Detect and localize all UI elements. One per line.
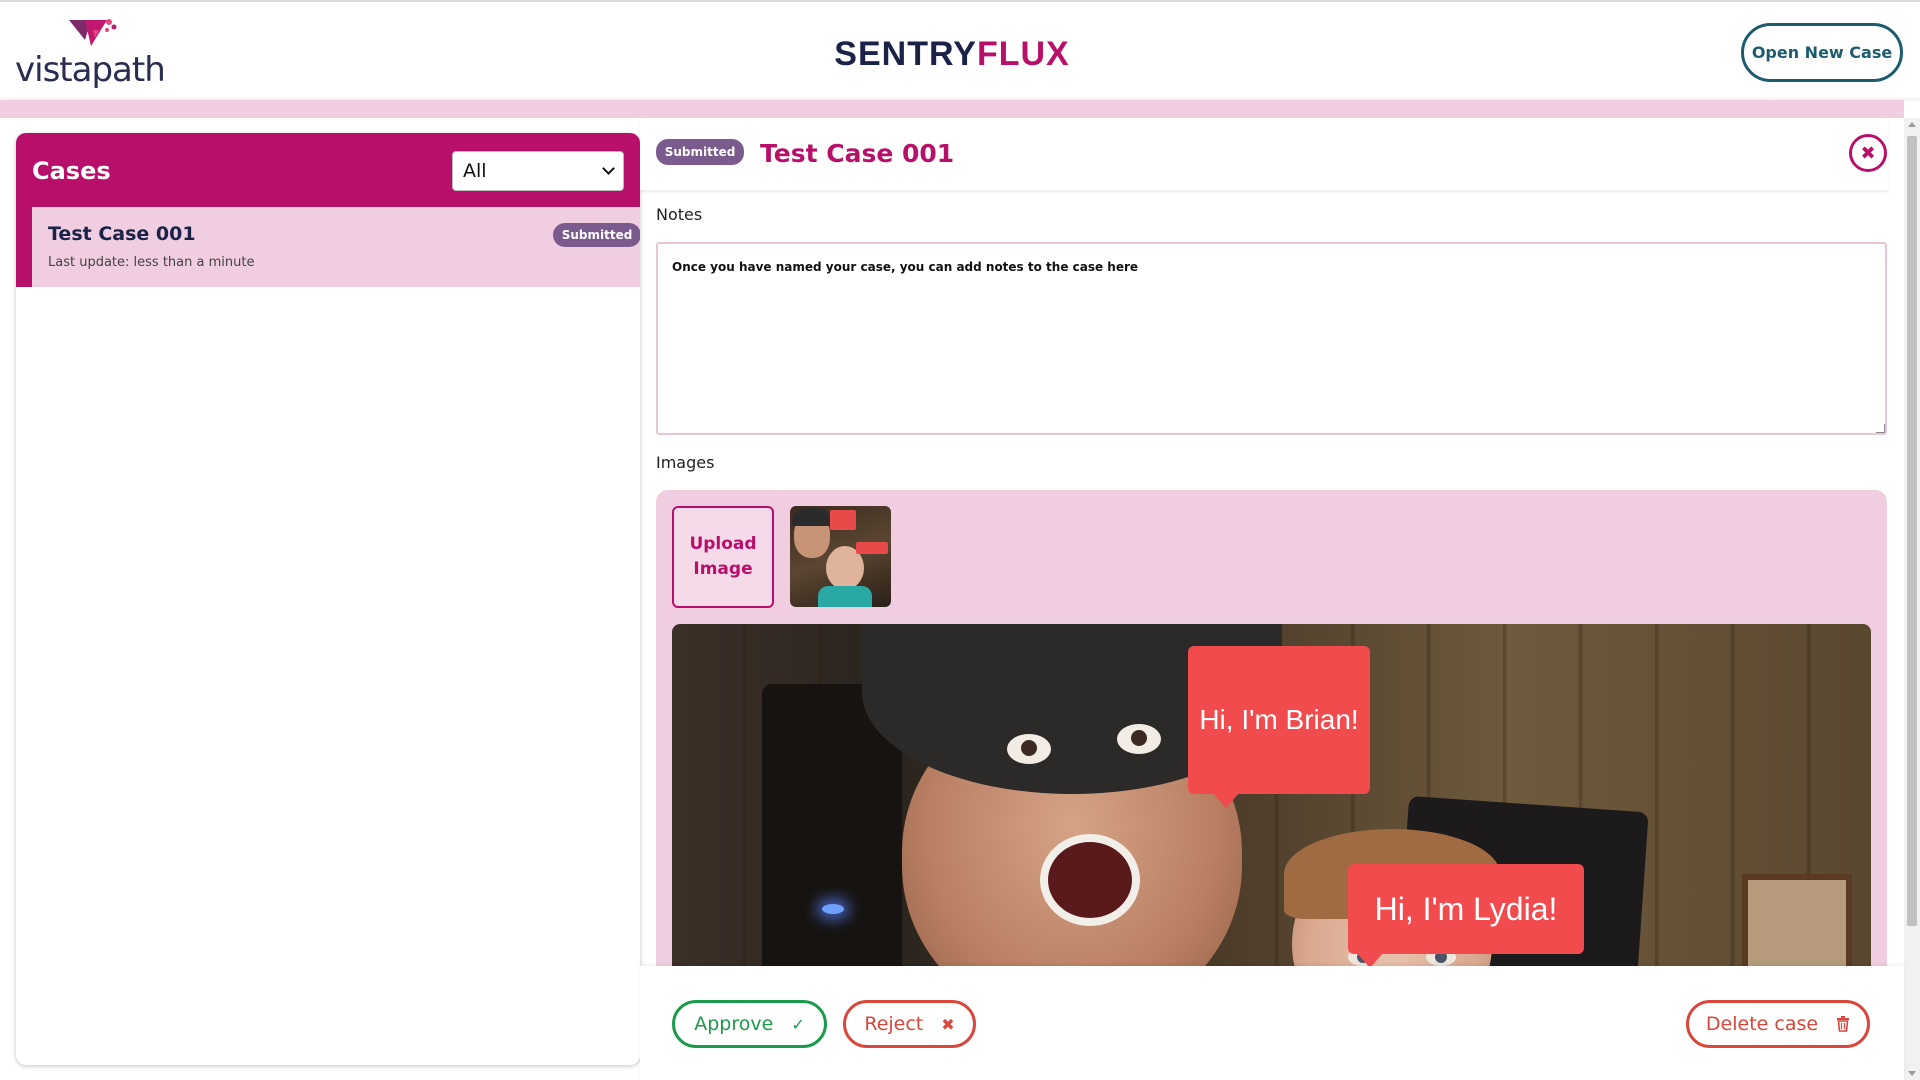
images-panel: Upload Image Hi, I'm Brian! Hi, I'm Lydi…: [656, 490, 1887, 968]
speech-bubble-brian: Hi, I'm Brian!: [1188, 646, 1370, 808]
selected-image-preview: Hi, I'm Brian! Hi, I'm Lydia!: [672, 624, 1871, 968]
reject-button[interactable]: Reject ✖: [843, 1000, 976, 1048]
image-thumbnail[interactable]: [790, 506, 891, 607]
thumb-bubble: [830, 510, 856, 530]
upload-image-label: Upload Image: [689, 532, 756, 581]
app-header: vistapath SENTRYFLUX Open New Case: [0, 0, 1920, 98]
image-picture-frame: [1742, 874, 1852, 968]
upload-image-button[interactable]: Upload Image: [672, 506, 774, 608]
notes-label: Notes: [656, 205, 703, 224]
app-title-flux: FLUX: [976, 35, 1070, 73]
image-eye: [1007, 734, 1051, 764]
chevron-down-icon: [602, 162, 615, 175]
case-actions-bar: Approve ✓ Reject ✖ Delete case: [640, 966, 1904, 1080]
case-list-item[interactable]: Test Case 001 Submitted Last update: les…: [16, 207, 640, 287]
thumb-shirt: [818, 586, 872, 607]
notes-textarea[interactable]: Once you have named your case, you can a…: [656, 242, 1887, 435]
upload-label-line1: Upload: [689, 534, 757, 555]
cases-sidebar-header: Cases All: [16, 133, 640, 207]
trash-icon: [1837, 1016, 1850, 1032]
check-icon: ✓: [791, 1014, 805, 1034]
case-title: Test Case 001: [760, 139, 955, 168]
case-status-filter-select[interactable]: All: [452, 151, 624, 191]
image-eye: [1117, 724, 1161, 754]
close-icon: ✖: [1860, 142, 1876, 164]
thumb-bubble: [856, 542, 888, 554]
close-case-button[interactable]: ✖: [1849, 134, 1887, 172]
header-divider-band: [0, 100, 1904, 118]
case-detail-header: Submitted Test Case 001 ✖: [640, 118, 1888, 190]
app-title: SENTRYFLUX: [0, 35, 1904, 74]
case-status-badge: Submitted: [656, 139, 744, 165]
open-new-case-button[interactable]: Open New Case: [1741, 23, 1903, 82]
reject-label: Reject: [864, 1013, 924, 1035]
x-icon: ✖: [941, 1014, 955, 1034]
images-label: Images: [656, 453, 715, 472]
app-title-sentry: SENTRY: [834, 35, 977, 73]
speech-bubble-lydia: Hi, I'm Lydia!: [1348, 864, 1584, 968]
image-mouth: [1040, 834, 1140, 926]
scroll-up-arrow-icon[interactable]: [1908, 122, 1916, 127]
delete-case-button[interactable]: Delete case: [1686, 1000, 1870, 1048]
case-item-name: Test Case 001: [48, 223, 196, 245]
cases-sidebar: Cases All Test Case 001 Submitted Last u…: [16, 133, 640, 1065]
scroll-down-arrow-icon[interactable]: [1908, 1071, 1916, 1076]
textarea-resize-handle-icon[interactable]: [1876, 424, 1885, 433]
approve-button[interactable]: Approve ✓: [672, 1000, 827, 1048]
cases-title: Cases: [32, 157, 111, 185]
upload-label-line2: Image: [693, 559, 753, 579]
image-blue-light: [822, 904, 844, 914]
case-item-status-badge: Submitted: [553, 223, 640, 247]
thumb-cap: [792, 508, 832, 526]
case-item-last-update: Last update: less than a minute: [48, 255, 255, 270]
delete-label: Delete case: [1705, 1013, 1819, 1035]
approve-label: Approve: [694, 1013, 774, 1035]
scrollbar-thumb[interactable]: [1907, 136, 1917, 926]
filter-selected-value: All: [463, 160, 487, 182]
page-scrollbar[interactable]: [1904, 118, 1920, 1080]
